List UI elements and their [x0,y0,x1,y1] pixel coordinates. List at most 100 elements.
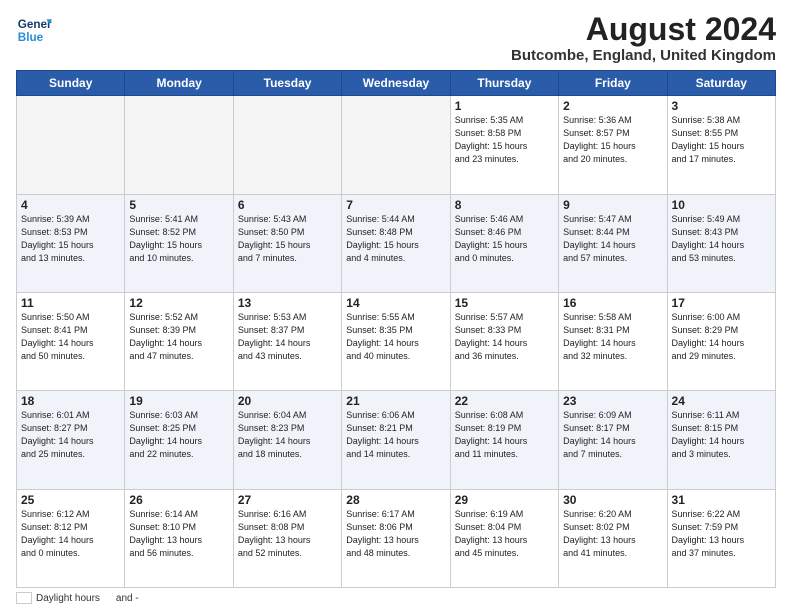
day-number: 5 [129,198,228,212]
location: Butcombe, England, United Kingdom [511,47,776,64]
calendar-cell: 1Sunrise: 5:35 AM Sunset: 8:58 PM Daylig… [450,96,558,194]
day-number: 27 [238,493,337,507]
calendar-cell: 2Sunrise: 5:36 AM Sunset: 8:57 PM Daylig… [559,96,667,194]
calendar-week-row: 11Sunrise: 5:50 AM Sunset: 8:41 PM Dayli… [17,292,776,390]
weekday-header-sunday: Sunday [17,71,125,96]
calendar-cell: 26Sunrise: 6:14 AM Sunset: 8:10 PM Dayli… [125,489,233,587]
day-number: 17 [672,296,771,310]
calendar-cell: 12Sunrise: 5:52 AM Sunset: 8:39 PM Dayli… [125,292,233,390]
day-info: Sunrise: 5:58 AM Sunset: 8:31 PM Dayligh… [563,311,662,363]
calendar-cell: 24Sunrise: 6:11 AM Sunset: 8:15 PM Dayli… [667,391,775,489]
day-number: 2 [563,99,662,113]
calendar-cell: 21Sunrise: 6:06 AM Sunset: 8:21 PM Dayli… [342,391,450,489]
day-info: Sunrise: 5:57 AM Sunset: 8:33 PM Dayligh… [455,311,554,363]
weekday-header-thursday: Thursday [450,71,558,96]
calendar-week-row: 18Sunrise: 6:01 AM Sunset: 8:27 PM Dayli… [17,391,776,489]
day-number: 1 [455,99,554,113]
and-dash-label: and - [116,593,139,604]
calendar-cell [125,96,233,194]
day-number: 6 [238,198,337,212]
day-number: 7 [346,198,445,212]
day-number: 25 [21,493,120,507]
logo-icon: General Blue [16,12,52,48]
day-info: Sunrise: 6:00 AM Sunset: 8:29 PM Dayligh… [672,311,771,363]
calendar-cell: 4Sunrise: 5:39 AM Sunset: 8:53 PM Daylig… [17,194,125,292]
day-info: Sunrise: 5:39 AM Sunset: 8:53 PM Dayligh… [21,213,120,265]
day-info: Sunrise: 5:41 AM Sunset: 8:52 PM Dayligh… [129,213,228,265]
day-number: 16 [563,296,662,310]
day-number: 9 [563,198,662,212]
logo: General Blue [16,12,52,48]
day-info: Sunrise: 6:14 AM Sunset: 8:10 PM Dayligh… [129,508,228,560]
calendar-cell: 6Sunrise: 5:43 AM Sunset: 8:50 PM Daylig… [233,194,341,292]
header: General Blue August 2024 Butcombe, Engla… [16,12,776,64]
weekday-header-wednesday: Wednesday [342,71,450,96]
day-info: Sunrise: 6:11 AM Sunset: 8:15 PM Dayligh… [672,409,771,461]
calendar-cell: 5Sunrise: 5:41 AM Sunset: 8:52 PM Daylig… [125,194,233,292]
calendar-cell: 15Sunrise: 5:57 AM Sunset: 8:33 PM Dayli… [450,292,558,390]
day-info: Sunrise: 5:38 AM Sunset: 8:55 PM Dayligh… [672,114,771,166]
weekday-header-friday: Friday [559,71,667,96]
day-number: 24 [672,394,771,408]
calendar-cell [342,96,450,194]
day-number: 26 [129,493,228,507]
calendar-cell [233,96,341,194]
calendar-cell: 8Sunrise: 5:46 AM Sunset: 8:46 PM Daylig… [450,194,558,292]
day-number: 23 [563,394,662,408]
day-number: 8 [455,198,554,212]
day-info: Sunrise: 6:04 AM Sunset: 8:23 PM Dayligh… [238,409,337,461]
day-info: Sunrise: 6:20 AM Sunset: 8:02 PM Dayligh… [563,508,662,560]
calendar-week-row: 25Sunrise: 6:12 AM Sunset: 8:12 PM Dayli… [17,489,776,587]
day-number: 20 [238,394,337,408]
day-info: Sunrise: 5:47 AM Sunset: 8:44 PM Dayligh… [563,213,662,265]
calendar-cell [17,96,125,194]
calendar-cell: 22Sunrise: 6:08 AM Sunset: 8:19 PM Dayli… [450,391,558,489]
calendar-cell: 7Sunrise: 5:44 AM Sunset: 8:48 PM Daylig… [342,194,450,292]
day-number: 13 [238,296,337,310]
calendar-cell: 29Sunrise: 6:19 AM Sunset: 8:04 PM Dayli… [450,489,558,587]
month-year: August 2024 [511,12,776,47]
calendar-week-row: 1Sunrise: 5:35 AM Sunset: 8:58 PM Daylig… [17,96,776,194]
day-info: Sunrise: 5:36 AM Sunset: 8:57 PM Dayligh… [563,114,662,166]
day-info: Sunrise: 5:44 AM Sunset: 8:48 PM Dayligh… [346,213,445,265]
day-info: Sunrise: 5:53 AM Sunset: 8:37 PM Dayligh… [238,311,337,363]
calendar-cell: 11Sunrise: 5:50 AM Sunset: 8:41 PM Dayli… [17,292,125,390]
calendar-cell: 28Sunrise: 6:17 AM Sunset: 8:06 PM Dayli… [342,489,450,587]
day-info: Sunrise: 6:01 AM Sunset: 8:27 PM Dayligh… [21,409,120,461]
calendar-cell: 16Sunrise: 5:58 AM Sunset: 8:31 PM Dayli… [559,292,667,390]
day-number: 15 [455,296,554,310]
calendar-cell: 30Sunrise: 6:20 AM Sunset: 8:02 PM Dayli… [559,489,667,587]
day-info: Sunrise: 5:52 AM Sunset: 8:39 PM Dayligh… [129,311,228,363]
weekday-header-saturday: Saturday [667,71,775,96]
day-number: 21 [346,394,445,408]
title-block: August 2024 Butcombe, England, United Ki… [511,12,776,64]
day-number: 14 [346,296,445,310]
svg-text:General: General [18,18,52,31]
daylight-legend-box [16,592,32,604]
calendar-cell: 3Sunrise: 5:38 AM Sunset: 8:55 PM Daylig… [667,96,775,194]
day-number: 22 [455,394,554,408]
day-info: Sunrise: 5:43 AM Sunset: 8:50 PM Dayligh… [238,213,337,265]
calendar-week-row: 4Sunrise: 5:39 AM Sunset: 8:53 PM Daylig… [17,194,776,292]
day-number: 11 [21,296,120,310]
svg-text:Blue: Blue [18,31,44,44]
footer: Daylight hours and - [16,592,776,604]
calendar-cell: 31Sunrise: 6:22 AM Sunset: 7:59 PM Dayli… [667,489,775,587]
weekday-header-row: SundayMondayTuesdayWednesdayThursdayFrid… [17,71,776,96]
and-dash-legend: and - [116,593,139,604]
day-number: 19 [129,394,228,408]
day-number: 12 [129,296,228,310]
calendar-cell: 25Sunrise: 6:12 AM Sunset: 8:12 PM Dayli… [17,489,125,587]
calendar-cell: 18Sunrise: 6:01 AM Sunset: 8:27 PM Dayli… [17,391,125,489]
day-info: Sunrise: 5:50 AM Sunset: 8:41 PM Dayligh… [21,311,120,363]
day-info: Sunrise: 5:35 AM Sunset: 8:58 PM Dayligh… [455,114,554,166]
day-info: Sunrise: 5:49 AM Sunset: 8:43 PM Dayligh… [672,213,771,265]
day-info: Sunrise: 5:55 AM Sunset: 8:35 PM Dayligh… [346,311,445,363]
day-number: 28 [346,493,445,507]
calendar-cell: 9Sunrise: 5:47 AM Sunset: 8:44 PM Daylig… [559,194,667,292]
day-info: Sunrise: 6:06 AM Sunset: 8:21 PM Dayligh… [346,409,445,461]
calendar-table: SundayMondayTuesdayWednesdayThursdayFrid… [16,70,776,588]
day-info: Sunrise: 6:12 AM Sunset: 8:12 PM Dayligh… [21,508,120,560]
daylight-label: Daylight hours [36,593,100,604]
day-number: 30 [563,493,662,507]
